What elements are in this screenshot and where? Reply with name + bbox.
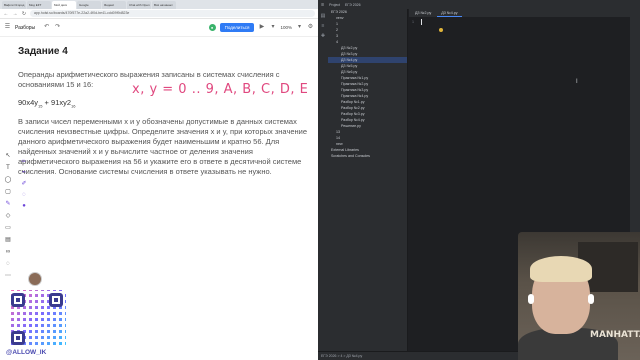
expr-left: 90x4y	[18, 98, 39, 107]
browser-tab[interactable]: Вафли Огород	[2, 1, 26, 9]
chevron-down-icon[interactable]: ▾	[296, 24, 303, 31]
editor-tab[interactable]: ДЗ №4.py	[437, 9, 462, 17]
channel-handle: @ALLOW_IK	[6, 349, 47, 356]
doc-name[interactable]: Разборы	[15, 25, 35, 31]
back-icon[interactable]: ←	[3, 11, 9, 17]
share-button[interactable]: Поделиться	[219, 23, 255, 32]
zoom-level[interactable]: 100%	[280, 25, 292, 30]
qr-finder	[49, 293, 63, 307]
task-card: Задание 4 Операнды арифметического выраж…	[18, 46, 314, 177]
browser-tab[interactable]: Chat with Open	[127, 1, 151, 9]
task-title: Задание 4	[18, 46, 68, 57]
handwritten-note: x, y = 0 .. 9, A, B, C, D, E	[132, 82, 309, 97]
expr-plus: +	[42, 98, 52, 107]
plugins-icon[interactable]: ✚	[320, 33, 326, 39]
browser-tabbar: Вафли Огород Мод EFT Мой диск Google Янд…	[0, 0, 318, 9]
ide-tool-strip: ▤ ≡ ✚	[318, 9, 328, 351]
editor-tabs: ДЗ №2.py ДЗ №4.py	[409, 9, 630, 17]
wall-sign: MANHATTAN	[590, 330, 640, 340]
board-toolbar: ☰ Разборы ↶ ↷ ● Поделиться ▶ ▾ 100% ▾ ⚙	[0, 19, 318, 37]
avatar	[28, 272, 42, 286]
project-label[interactable]: Project	[329, 3, 340, 7]
project-root[interactable]: ЕГЭ 2026	[345, 3, 361, 7]
qr-finder	[11, 293, 25, 307]
ide-titlebar: ☰ Project ЕГЭ 2026	[318, 0, 640, 9]
browser-tab[interactable]: Мод EFT	[27, 1, 51, 9]
line-number: 1	[412, 20, 414, 24]
select-icon[interactable]: ↖	[4, 152, 12, 160]
menu-icon[interactable]: ☰	[4, 24, 11, 31]
url-field[interactable]: app.holst.so/boards/470f577e-22a2-4f0d-b…	[30, 10, 315, 17]
folder-icon[interactable]: ▤	[320, 13, 326, 19]
browser-tab[interactable]: Мой диск	[52, 1, 76, 9]
settings-icon[interactable]: ⚙	[307, 24, 314, 31]
ide-menu-icon[interactable]: ☰	[321, 3, 324, 7]
editor-tab[interactable]: ДЗ №2.py	[411, 9, 435, 17]
qr-code	[8, 290, 66, 348]
presenter-hair	[530, 256, 592, 282]
task-expression: 90x4y15 + 91xy216	[18, 98, 314, 109]
project-tree: ЕГЭ 2026 venv 1 2 3 4 ДЗ №2.py ДЗ №3.py ДЗ №4.py…	[328, 9, 408, 351]
more-icon[interactable]: ⋯	[4, 272, 12, 280]
reload-icon[interactable]: ↻	[21, 11, 27, 17]
comment-icon[interactable]: ◌	[4, 260, 12, 268]
text-icon[interactable]: T	[4, 164, 12, 172]
browser-window: Вафли Огород Мод EFT Мой диск Google Янд…	[0, 0, 318, 360]
highlighter-icon[interactable]: ✐	[20, 180, 28, 188]
mouse-cursor-icon: I	[576, 79, 578, 85]
webcam-overlay: MANHATTAN	[518, 232, 640, 360]
task-body: В записи чисел переменными x и y обознач…	[18, 116, 308, 176]
lasso-icon[interactable]: ◌	[20, 191, 28, 199]
address-bar: ← → ↻ app.holst.so/boards/470f577e-22a2-…	[0, 9, 318, 19]
tree-item[interactable]: Scratches and Consoles	[328, 153, 407, 159]
chevron-down-icon[interactable]: ▾	[269, 24, 276, 31]
browser-tab[interactable]: Всё начинает	[152, 1, 176, 9]
image-icon[interactable]: ▤	[4, 236, 12, 244]
text-caret	[421, 19, 422, 25]
expr-right-base: 16	[71, 103, 76, 109]
structure-icon[interactable]: ≡	[320, 23, 326, 29]
color-dot-icon[interactable]: ●	[20, 202, 28, 210]
sticker-icon[interactable]: ▢	[4, 188, 12, 196]
play-icon[interactable]: ▶	[258, 24, 265, 31]
warning-icon[interactable]	[439, 28, 443, 32]
browser-tab[interactable]: Google	[77, 1, 101, 9]
forward-icon[interactable]: →	[12, 11, 18, 17]
qr-finder	[11, 331, 25, 345]
earbud-icon	[588, 294, 594, 304]
redo-icon[interactable]: ↷	[54, 24, 61, 31]
earbud-icon	[528, 294, 534, 304]
frame-icon[interactable]: ▭	[4, 224, 12, 232]
left-toolbar: ↖ T ◯ ▢ ✎ ◇ ▭ ▤ ∞ ◌ ⋯	[2, 40, 14, 279]
undo-icon[interactable]: ↶	[43, 24, 50, 31]
avatar[interactable]: ●	[208, 24, 216, 31]
shape-icon[interactable]: ◯	[4, 176, 12, 184]
browser-tab[interactable]: Яндекс	[102, 1, 126, 9]
status-breadcrumb[interactable]: ЕГЭ 2026 > 4 > ДЗ №4.py	[321, 354, 362, 358]
expr-right: 91xy2	[51, 98, 72, 107]
eraser-icon[interactable]: ◇	[4, 212, 12, 220]
pen-icon[interactable]: ✎	[4, 200, 12, 208]
link-icon[interactable]: ∞	[4, 248, 12, 256]
